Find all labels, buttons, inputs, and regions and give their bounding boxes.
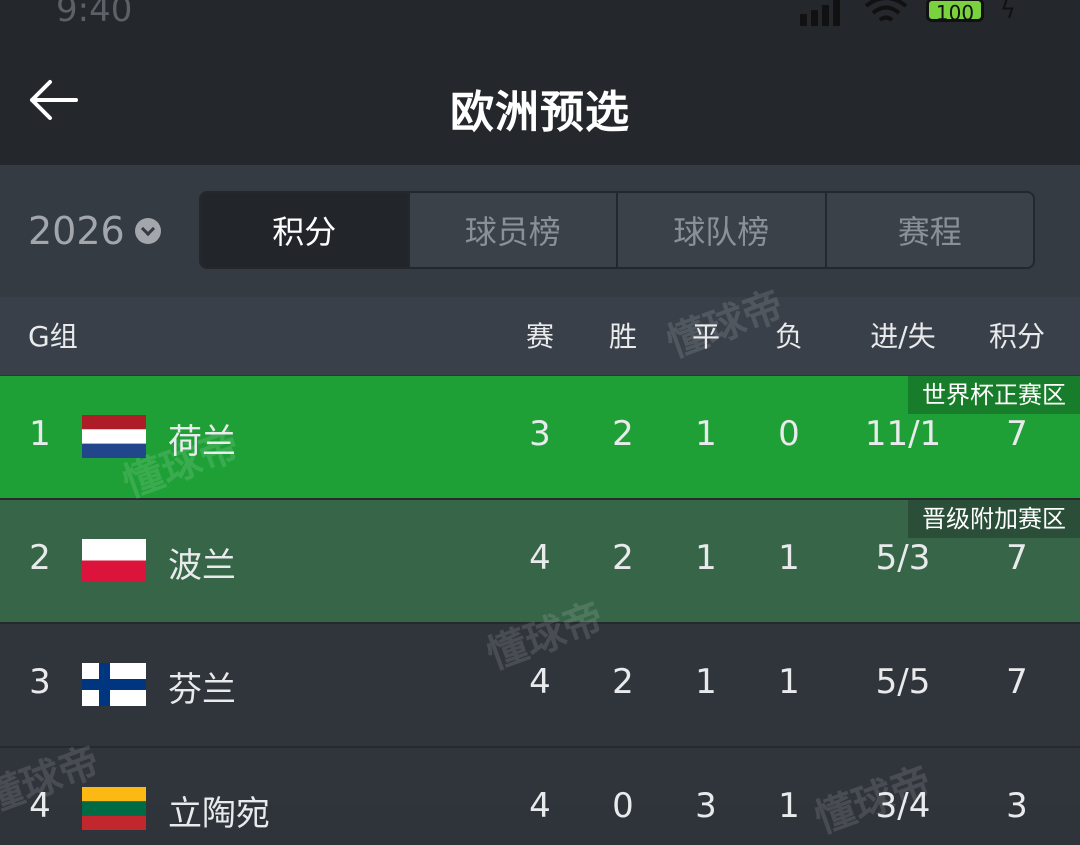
app-header: 欧洲预选 — [0, 30, 1080, 165]
wifi-icon — [864, 0, 908, 22]
points: 7 — [1006, 538, 1028, 578]
won: 2 — [612, 662, 634, 702]
lithuania-flag-icon — [82, 787, 146, 830]
table-row[interactable]: 3 芬兰 4 2 1 1 5/5 7 — [0, 624, 1080, 748]
table-row[interactable]: 4 立陶宛 4 0 3 1 3/4 3 — [0, 748, 1080, 834]
tab-bar: 积分 球员榜 球队榜 赛程 — [199, 191, 1035, 269]
goals: 5/3 — [875, 538, 931, 578]
tab-schedule[interactable]: 赛程 — [824, 193, 1033, 267]
season-label: 2026 — [28, 209, 125, 253]
table-row[interactable]: 1 荷兰 3 2 1 0 11/1 7 世界杯正赛区 — [0, 376, 1080, 500]
drawn: 1 — [695, 662, 717, 702]
points: 3 — [1006, 786, 1028, 826]
netherlands-flag-icon — [82, 415, 146, 458]
played: 4 — [529, 662, 551, 702]
won: 2 — [612, 538, 634, 578]
zone-badge: 世界杯正赛区 — [908, 376, 1080, 414]
status-bar: 9:40 100 ϟ — [0, 0, 1080, 30]
status-time: 9:40 — [56, 0, 133, 30]
tab-player-rankings[interactable]: 球员榜 — [407, 193, 616, 267]
col-lost: 负 — [774, 320, 803, 353]
col-goals: 进/失 — [870, 320, 936, 353]
lost: 1 — [778, 662, 800, 702]
poland-flag-icon — [82, 539, 146, 582]
group-label: G组 — [28, 320, 78, 353]
col-drawn: 平 — [691, 320, 720, 353]
season-selector[interactable]: 2026 — [28, 209, 161, 253]
team-name: 芬兰 — [168, 670, 236, 710]
tab-standings[interactable]: 积分 — [201, 193, 408, 267]
rank: 2 — [29, 538, 51, 578]
goals: 3/4 — [875, 786, 931, 826]
lost: 0 — [778, 414, 800, 454]
rank: 3 — [29, 662, 51, 702]
finland-flag-icon — [82, 663, 146, 706]
lost: 1 — [778, 786, 800, 826]
drawn: 1 — [695, 414, 717, 454]
rank: 4 — [29, 786, 51, 826]
col-points: 积分 — [988, 320, 1045, 353]
battery-icon: 100 — [926, 0, 984, 25]
team-name: 荷兰 — [168, 422, 236, 462]
played: 4 — [529, 786, 551, 826]
page-title: 欧洲预选 — [450, 87, 630, 138]
rank: 1 — [29, 414, 51, 454]
table-row[interactable]: 2 波兰 4 2 1 1 5/3 7 晋级附加赛区 — [0, 500, 1080, 624]
played: 3 — [529, 414, 551, 454]
team-name: 立陶宛 — [168, 794, 270, 834]
col-played: 赛 — [525, 320, 554, 353]
team-name: 波兰 — [168, 546, 236, 586]
won: 2 — [612, 414, 634, 454]
drawn: 1 — [695, 538, 717, 578]
col-won: 胜 — [608, 320, 637, 353]
played: 4 — [529, 538, 551, 578]
zone-badge: 晋级附加赛区 — [908, 500, 1080, 538]
chevron-down-icon — [134, 218, 161, 244]
lost: 1 — [778, 538, 800, 578]
tab-team-rankings[interactable]: 球队榜 — [616, 193, 825, 267]
won: 0 — [612, 786, 634, 826]
signal-icon — [800, 0, 840, 26]
points: 7 — [1006, 662, 1028, 702]
goals: 11/1 — [864, 414, 942, 454]
charging-icon: ϟ — [1000, 0, 1016, 24]
table-header: G组 赛 胜 平 负 进/失 积分 — [0, 297, 1080, 375]
points: 7 — [1006, 414, 1028, 454]
goals: 5/5 — [875, 662, 931, 702]
filter-bar: 2026 积分 球员榜 球队榜 赛程 — [0, 165, 1080, 297]
drawn: 3 — [695, 786, 717, 826]
